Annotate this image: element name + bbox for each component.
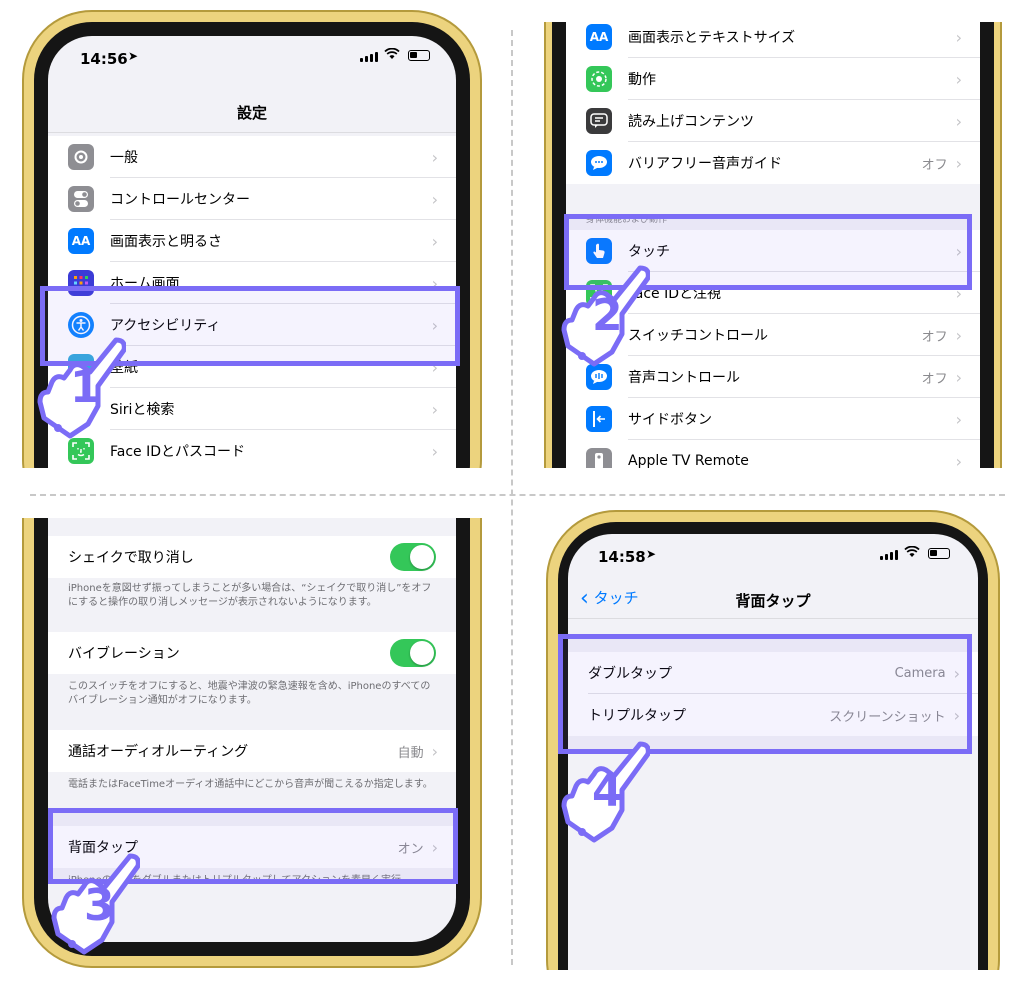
chevron-right-icon: › — [955, 367, 962, 387]
chevron-right-icon: › — [431, 189, 438, 209]
panel-accessibility: AA 画面表示とテキストサイズ › 動作 › 読み上げコンテンツ › バリアフリ… — [544, 22, 1002, 468]
row-label: シェイクで取り消し — [68, 550, 194, 566]
row-label: 画面表示とテキストサイズ — [628, 30, 796, 46]
row-label: バリアフリー音声ガイド — [628, 156, 782, 172]
shake-group: シェイクで取り消し — [48, 536, 456, 578]
row-value: オフ — [921, 329, 948, 345]
vibration-note: このスイッチをオフにすると、地震や津波の緊急速報を含め、iPhoneのすべてのバ… — [68, 681, 431, 706]
settings-row-control-center[interactable]: コントロールセンター › — [48, 178, 456, 220]
vertical-divider — [511, 30, 513, 965]
row-label: Siriと検索 — [110, 402, 175, 418]
status-bar: 14:56 ➤ — [48, 36, 456, 76]
panel-settings: 14:56 ➤ 設定 一般 › コントロールセンター › AA 画面表示と明るさ… — [18, 10, 488, 468]
row-label: バイブレーション — [68, 646, 180, 662]
chevron-right-icon: › — [431, 231, 438, 251]
chevron-right-icon: › — [431, 741, 438, 761]
location-arrow-icon: ➤ — [128, 49, 139, 63]
battery-icon — [408, 50, 430, 61]
settings-row-display[interactable]: AA 画面表示と明るさ › — [48, 220, 456, 262]
acc-row-apple-tv-remote[interactable]: Apple TV Remote › — [566, 440, 980, 468]
settings-row-general[interactable]: 一般 › — [48, 136, 456, 178]
chevron-right-icon: › — [955, 111, 962, 131]
signal-icon — [880, 550, 898, 560]
row-label: 音声コントロール — [628, 370, 740, 386]
vibration-group: バイブレーション — [48, 632, 456, 674]
status-bar: 14:58 ➤ — [568, 534, 978, 574]
audio-description-icon — [586, 150, 612, 176]
chevron-right-icon: › — [955, 409, 962, 429]
panel-touch: シェイクで取り消し iPhoneを意図せず振ってしまうことが多い場合は、“シェイ… — [18, 518, 488, 970]
gear-icon — [68, 144, 94, 170]
signal-icon — [360, 52, 378, 62]
row-value: 自動 — [397, 745, 424, 761]
status-time: 14:58 — [598, 548, 646, 566]
acc-row-motion[interactable]: 動作 › — [566, 58, 980, 100]
chevron-right-icon: › — [431, 441, 438, 461]
step-number: 1 — [70, 362, 101, 413]
acc-row-spoken-content[interactable]: 読み上げコンテンツ › — [566, 100, 980, 142]
wifi-icon — [904, 544, 920, 562]
row-label: Face IDとパスコード — [110, 444, 246, 460]
chevron-right-icon: › — [955, 27, 962, 47]
row-label: 通話オーディオルーティング — [68, 744, 249, 760]
panel-back-tap: 14:58 ➤ ‹ タッチ 背面タップ ダブルタップ Camera › トリプル… — [542, 510, 1004, 970]
battery-icon — [928, 548, 950, 559]
side-button-icon — [586, 406, 612, 432]
row-label: 一般 — [110, 150, 138, 166]
row-label: スイッチコントロール — [628, 328, 768, 344]
shake-to-undo-toggle[interactable] — [390, 543, 436, 571]
row-label: 読み上げコンテンツ — [628, 114, 754, 130]
vibration-row: バイブレーション — [48, 632, 456, 674]
call-audio-routing-row[interactable]: 通話オーディオルーティング 自動 › — [48, 730, 456, 772]
status-time: 14:56 — [80, 50, 128, 68]
row-label: Apple TV Remote — [628, 453, 749, 468]
row-label: 画面表示と明るさ — [110, 234, 222, 250]
text-size-icon: AA — [586, 24, 612, 50]
step-number: 3 — [84, 880, 115, 931]
wifi-icon — [384, 46, 400, 64]
step-number: 2 — [592, 290, 623, 341]
chevron-right-icon: › — [955, 69, 962, 89]
shake-note: iPhoneを意図せず振ってしまうことが多い場合は、“シェイクで取り消し”をオフ… — [68, 583, 432, 608]
row-value: オフ — [921, 157, 948, 173]
chevron-right-icon: › — [955, 153, 962, 173]
acc-row-display-text[interactable]: AA 画面表示とテキストサイズ › — [566, 22, 980, 58]
location-arrow-icon: ➤ — [646, 547, 657, 561]
row-label: コントロールセンター — [110, 192, 250, 208]
step-number: 4 — [592, 766, 623, 817]
shake-to-undo-row: シェイクで取り消し — [48, 536, 456, 578]
horizontal-divider — [30, 494, 1005, 496]
chevron-right-icon: › — [431, 147, 438, 167]
row-label: サイドボタン — [628, 412, 712, 428]
toggles-icon — [68, 186, 94, 212]
audio-routing-note: 電話またはFaceTimeオーディオ通話中にどこから音声が聞こえるか指定します。 — [68, 779, 433, 790]
acc-row-side-button[interactable]: サイドボタン › — [566, 398, 980, 440]
spoken-content-icon — [586, 108, 612, 134]
motion-icon — [586, 66, 612, 92]
row-label: 動作 — [628, 72, 656, 88]
chevron-right-icon: › — [955, 325, 962, 345]
row-value: オフ — [921, 371, 948, 387]
remote-icon — [586, 448, 612, 468]
text-size-icon: AA — [68, 228, 94, 254]
page-title: 背面タップ — [735, 592, 811, 610]
page-title: 設定 — [236, 104, 267, 122]
chevron-right-icon: › — [431, 399, 438, 419]
vision-list: AA 画面表示とテキストサイズ › 動作 › 読み上げコンテンツ › バリアフリ… — [566, 22, 980, 184]
vibration-toggle[interactable] — [390, 639, 436, 667]
acc-row-audio-description[interactable]: バリアフリー音声ガイド オフ › — [566, 142, 980, 184]
chevron-right-icon: › — [955, 451, 962, 469]
audio-routing-group: 通話オーディオルーティング 自動 › — [48, 730, 456, 772]
